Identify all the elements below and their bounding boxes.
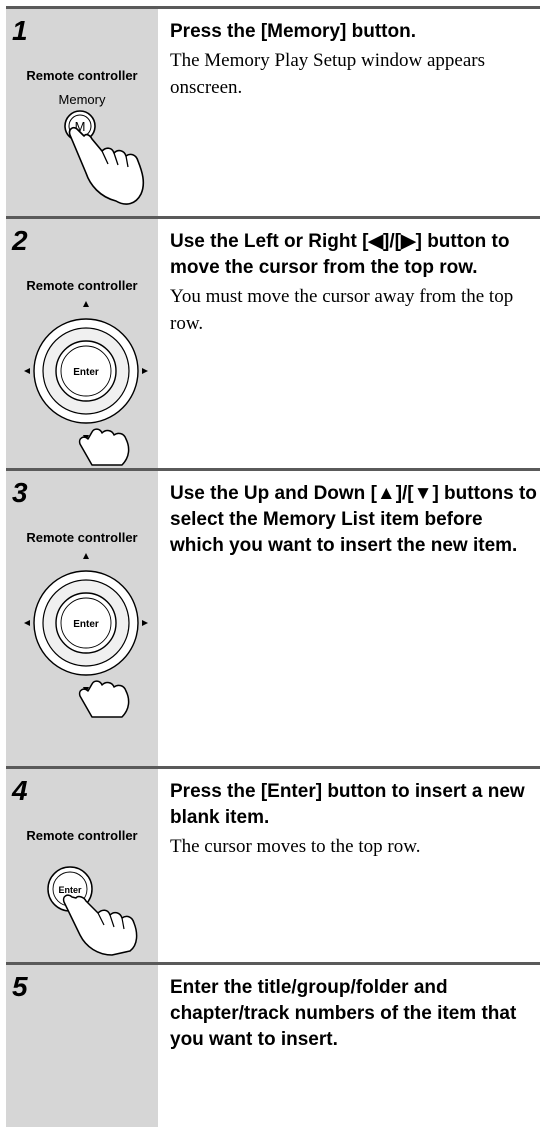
enter-button-glyph: Enter xyxy=(58,885,82,895)
instruction-steps: 1 Remote controller Memory M Press the [… xyxy=(6,0,540,1127)
step-4-panel: 4 Remote controller Enter xyxy=(6,769,158,962)
step-4-content: Press the [Enter] button to insert a new… xyxy=(170,779,540,860)
step-title: Press the [Enter] button to insert a new… xyxy=(170,781,525,828)
step-number: 3 xyxy=(12,477,28,508)
device-label: Remote controller xyxy=(26,68,138,83)
step-1: 1 Remote controller Memory M Press the [… xyxy=(6,6,540,216)
step-body: You must move the cursor away from the t… xyxy=(170,286,514,334)
enter-button-glyph: Enter xyxy=(73,619,99,630)
enter-button-glyph: Enter xyxy=(73,367,99,378)
step-3-content: Use the Up and Down [▲]/[▼] buttons to s… xyxy=(170,481,540,559)
step-title: Enter the title/group/folder and chapter… xyxy=(170,977,517,1050)
step-number: 2 xyxy=(12,225,28,256)
step-1-content: Press the [Memory] button. The Memory Pl… xyxy=(170,19,540,101)
navigation-pad-icon: Enter xyxy=(24,301,148,466)
device-label: Remote controller xyxy=(26,530,138,545)
step-body: The cursor moves to the top row. xyxy=(170,836,421,857)
step-title: Use the Left or Right [◀]/[▶] button to … xyxy=(170,231,510,278)
step-3: 3 Remote controller Enter Use the Up and… xyxy=(6,468,540,766)
step-5: 5 Enter the title/group/folder and chapt… xyxy=(6,962,540,1127)
step-5-panel: 5 xyxy=(6,965,158,1127)
step-title: Press the [Memory] button. xyxy=(170,21,416,42)
step-number: 5 xyxy=(12,971,28,1002)
step-number: 1 xyxy=(12,15,28,46)
step-title: Use the Up and Down [▲]/[▼] buttons to s… xyxy=(170,483,537,556)
device-label: Remote controller xyxy=(26,278,138,293)
step-2: 2 Remote controller Enter Use the Left o… xyxy=(6,216,540,468)
step-4: 4 Remote controller Enter Press the [Ent… xyxy=(6,766,540,962)
step-5-content: Enter the title/group/folder and chapter… xyxy=(170,975,540,1053)
enter-button-icon: Enter xyxy=(47,866,138,956)
memory-button-icon: M xyxy=(64,110,145,205)
step-2-panel: 2 Remote controller Enter xyxy=(6,219,158,468)
button-label: Memory xyxy=(58,92,106,107)
step-body: The Memory Play Setup window appears ons… xyxy=(170,50,486,98)
device-label: Remote controller xyxy=(26,828,138,843)
step-number: 4 xyxy=(12,775,28,806)
navigation-pad-icon: Enter xyxy=(24,553,148,718)
step-2-content: Use the Left or Right [◀]/[▶] button to … xyxy=(170,229,540,337)
step-3-panel: 3 Remote controller Enter xyxy=(6,471,158,766)
step-1-panel: 1 Remote controller Memory M xyxy=(6,9,158,216)
